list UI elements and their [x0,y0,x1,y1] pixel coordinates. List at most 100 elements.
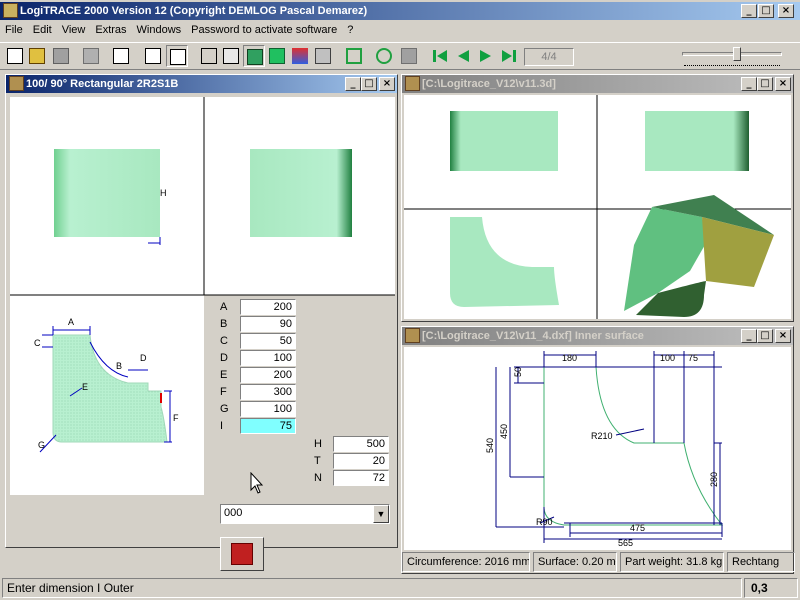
field-label-f: F [220,386,227,398]
field-input-f[interactable]: 300 [240,384,296,400]
3d-canvas[interactable] [404,95,791,319]
maximize-button[interactable]: □ [361,77,377,91]
field-input-g[interactable]: 100 [240,401,296,417]
page-indicator: 4/4 [524,48,574,66]
curve-button[interactable] [373,45,395,67]
slider-ticks [684,62,780,66]
menu-item[interactable]: Edit [28,22,57,38]
dxf-canvas[interactable]: 180 100 75 50 450 540 R210 280 475 565 R… [404,347,791,550]
menu-item[interactable]: File [0,22,28,38]
copy-icon [113,48,129,64]
minimize-button[interactable]: _ [741,329,757,343]
window-3d-view: [C:\Logitrace_V12\v11.3d] _ □ × [401,74,794,322]
menu-item[interactable]: Password to activate software [186,22,342,38]
disabled-tool-button[interactable] [398,45,420,67]
window-title: [C:\Logitrace_V12\v11.3d] [422,78,556,90]
info-shape: Rechtang [727,552,795,572]
field-input-d[interactable]: 100 [240,350,296,366]
field-label-n: N [314,472,322,484]
cube-icon [223,48,239,64]
close-button[interactable]: × [778,4,794,18]
info-circumference: Circumference: 2016 mm [402,552,530,572]
dim-540: 540 [485,438,495,453]
outline-icon [346,48,362,64]
first-page-button[interactable] [429,45,451,67]
close-button[interactable]: × [775,77,791,91]
shaded-button[interactable] [243,45,265,67]
app-titlebar: LogiTRACE 2000 Version 12 (Copyright DEM… [0,2,800,20]
menu-item[interactable]: Windows [132,22,187,38]
zoom-slider[interactable] [680,47,784,67]
next-page-button[interactable] [475,45,497,67]
outline-button[interactable] [343,45,365,67]
3d-side [645,111,749,171]
field-input-i[interactable]: 75 [240,418,296,434]
disk-icon [53,48,69,64]
printer-icon [83,48,99,64]
info-surface: Surface: 0.20 m² [533,552,617,572]
colors-button[interactable] [289,45,311,67]
window-parameters: 100/ 90° Rectangular 2R2S1B _ □ × H A B … [5,74,398,571]
window-title: 100/ 90° Rectangular 2R2S1B [26,78,179,90]
field-input-t[interactable]: 20 [333,453,389,469]
new-file-button[interactable] [4,45,26,67]
field-input-e[interactable]: 200 [240,367,296,383]
door-icon [401,48,417,64]
field-label-g: G [220,403,229,415]
window-icon [9,76,24,91]
menu-item[interactable]: ? [342,22,358,38]
close-button[interactable]: × [379,77,395,91]
minimize-button[interactable]: _ [345,77,361,91]
green-cube-icon [269,48,285,64]
tool-button[interactable] [312,45,334,67]
maximize-button[interactable]: □ [757,77,773,91]
label-h: H [160,188,167,198]
label-a: A [68,317,74,327]
field-input-a[interactable]: 200 [240,299,296,315]
field-input-b[interactable]: 90 [240,316,296,332]
window-icon [405,76,420,91]
solid-button[interactable] [266,45,288,67]
quad-view-icon [170,49,186,65]
window-title: [C:\Logitrace_V12\v11_4.dxf] Inner surfa… [422,330,644,342]
view-quad-button[interactable] [166,45,188,67]
calculator-icon [231,543,253,565]
maximize-button[interactable]: □ [758,4,774,18]
save-button[interactable] [50,45,72,67]
minimize-button[interactable]: _ [741,4,757,18]
dim-180: 180 [562,353,577,363]
label-d: D [140,353,147,363]
label-e: E [82,382,88,392]
wireframe-button[interactable] [198,45,220,67]
field-input-n[interactable]: 72 [333,470,389,486]
status-value: 0,3 [744,578,798,598]
field-input-h[interactable]: 500 [333,436,389,452]
chevron-down-icon[interactable]: ▼ [373,505,389,523]
3d-front [450,111,558,171]
open-file-button[interactable] [26,45,48,67]
slider-thumb[interactable] [732,47,741,61]
minimize-button[interactable]: _ [741,77,757,91]
mouse-cursor-icon [250,472,264,494]
menu-item[interactable]: Extras [90,22,131,38]
single-view-icon [145,48,161,64]
hidden-line-button[interactable] [220,45,242,67]
field-label-c: C [220,335,228,347]
field-label-a: A [220,301,228,313]
calculate-button[interactable] [220,537,264,571]
close-button[interactable]: × [775,329,791,343]
menu-item[interactable]: View [57,22,91,38]
copy-button[interactable] [110,45,132,67]
window-inner-surface: [C:\Logitrace_V12\v11_4.dxf] Inner surfa… [401,326,794,574]
field-input-c[interactable]: 50 [240,333,296,349]
prev-page-icon [458,50,469,62]
view-single-button[interactable] [142,45,164,67]
first-page-icon [433,50,447,62]
maximize-button[interactable]: □ [757,329,773,343]
last-page-button[interactable] [498,45,520,67]
field-label-i: I [220,420,224,432]
info-weight: Part weight: 31.8 kg [620,552,724,572]
print-button[interactable] [80,45,102,67]
prev-page-button[interactable] [452,45,474,67]
option-select[interactable]: 000 ▼ [220,504,390,524]
